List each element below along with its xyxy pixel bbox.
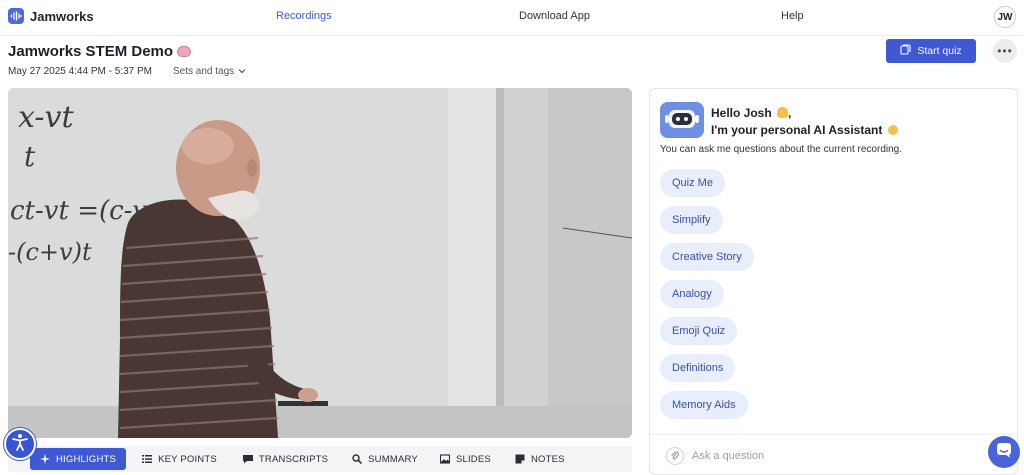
- robot-icon: [660, 102, 704, 138]
- more-options-button[interactable]: •••: [993, 39, 1017, 63]
- tab-label: HIGHLIGHTS: [56, 453, 117, 465]
- app-name: Jamworks: [30, 8, 94, 24]
- sets-and-tags-label: Sets and tags: [173, 66, 235, 77]
- suggestion-memory-aids[interactable]: Memory Aids: [660, 391, 748, 419]
- waving-hand-icon: [777, 107, 789, 118]
- whiteboard-line-1: x-vt: [18, 100, 74, 135]
- list-icon: [142, 454, 153, 464]
- chevron-down-icon: [238, 66, 246, 77]
- accessibility-icon: [10, 432, 30, 457]
- image-icon: [439, 454, 450, 464]
- assistant-intro: You can ask me questions about the curre…: [660, 144, 903, 155]
- tab-highlights[interactable]: HIGHLIGHTS: [30, 448, 127, 470]
- nav-recordings[interactable]: Recordings: [276, 10, 332, 22]
- greeting-line-2: I'm your personal AI Assistant: [711, 123, 883, 137]
- app-logo[interactable]: Jamworks: [8, 8, 94, 24]
- whiteboard-line-3: ct-vt =(c-v: [10, 196, 148, 226]
- greeting-line-1: Hello Josh: [711, 106, 772, 120]
- chat-bubble-icon: [242, 454, 253, 464]
- start-quiz-button[interactable]: Start quiz: [886, 39, 976, 63]
- top-nav: Jamworks Recordings Download App Help JW: [0, 0, 1024, 36]
- brain-icon: [177, 46, 192, 57]
- tab-transcripts[interactable]: TRANSCRIPTS: [233, 448, 338, 470]
- content-tabs: HIGHLIGHTS KEY POINTS TRANSCRIPTS SUMMAR…: [8, 446, 632, 472]
- page-title[interactable]: Jamworks STEM Demo: [8, 43, 173, 60]
- chat-icon: [996, 442, 1012, 463]
- tab-notes[interactable]: NOTES: [505, 448, 575, 470]
- ask-question-input[interactable]: [692, 446, 932, 466]
- tab-slides[interactable]: SLIDES: [430, 448, 501, 470]
- assistant-greeting: Hello Josh , I'm your personal AI Assist…: [711, 105, 898, 139]
- lecture-video-frame: [8, 88, 632, 438]
- support-chat-button[interactable]: [988, 436, 1020, 468]
- tab-summary[interactable]: SUMMARY: [342, 448, 428, 470]
- nav-download-app[interactable]: Download App: [519, 10, 590, 22]
- smile-icon: [887, 125, 898, 135]
- tab-key-points[interactable]: KEY POINTS: [132, 448, 227, 470]
- suggestion-emoji-quiz[interactable]: Emoji Quiz: [660, 317, 738, 345]
- suggestion-analogy[interactable]: Analogy: [660, 280, 724, 308]
- magnifier-icon: [352, 454, 363, 464]
- tab-label: NOTES: [530, 453, 565, 465]
- video-player[interactable]: x-vt t ct-vt =(c-v -(c+v)t: [8, 88, 632, 438]
- tab-label: KEY POINTS: [158, 453, 217, 465]
- start-quiz-label: Start quiz: [917, 45, 962, 57]
- suggestion-simplify[interactable]: Simplify: [660, 206, 723, 234]
- whiteboard-line-2: t: [24, 140, 36, 173]
- suggestion-quiz-me[interactable]: Quiz Me: [660, 169, 725, 197]
- quiz-cards-icon: [900, 44, 911, 58]
- tab-label: TRANSCRIPTS: [258, 453, 329, 465]
- attach-icon[interactable]: [666, 447, 684, 465]
- tab-label: SUMMARY: [368, 453, 418, 465]
- suggestion-creative-story[interactable]: Creative Story: [660, 243, 754, 271]
- note-icon: [515, 454, 525, 464]
- accessibility-button[interactable]: [4, 428, 36, 460]
- tab-label: SLIDES: [455, 453, 491, 465]
- user-avatar[interactable]: JW: [994, 6, 1016, 28]
- recording-datetime: May 27 2025 4:44 PM - 5:37 PM: [8, 66, 152, 77]
- sparkle-icon: [40, 454, 50, 464]
- soundwave-icon: [8, 8, 24, 24]
- sets-and-tags-dropdown[interactable]: Sets and tags: [173, 66, 246, 77]
- nav-help[interactable]: Help: [781, 10, 804, 22]
- ellipsis-icon: •••: [997, 44, 1013, 58]
- ask-question-bar: [650, 434, 1017, 474]
- suggestion-definitions[interactable]: Definitions: [660, 354, 736, 382]
- whiteboard-line-4: -(c+v)t: [8, 238, 92, 266]
- ai-assistant-panel: Hello Josh , I'm your personal AI Assist…: [649, 88, 1018, 475]
- recording-title-row: Jamworks STEM Demo: [8, 43, 192, 60]
